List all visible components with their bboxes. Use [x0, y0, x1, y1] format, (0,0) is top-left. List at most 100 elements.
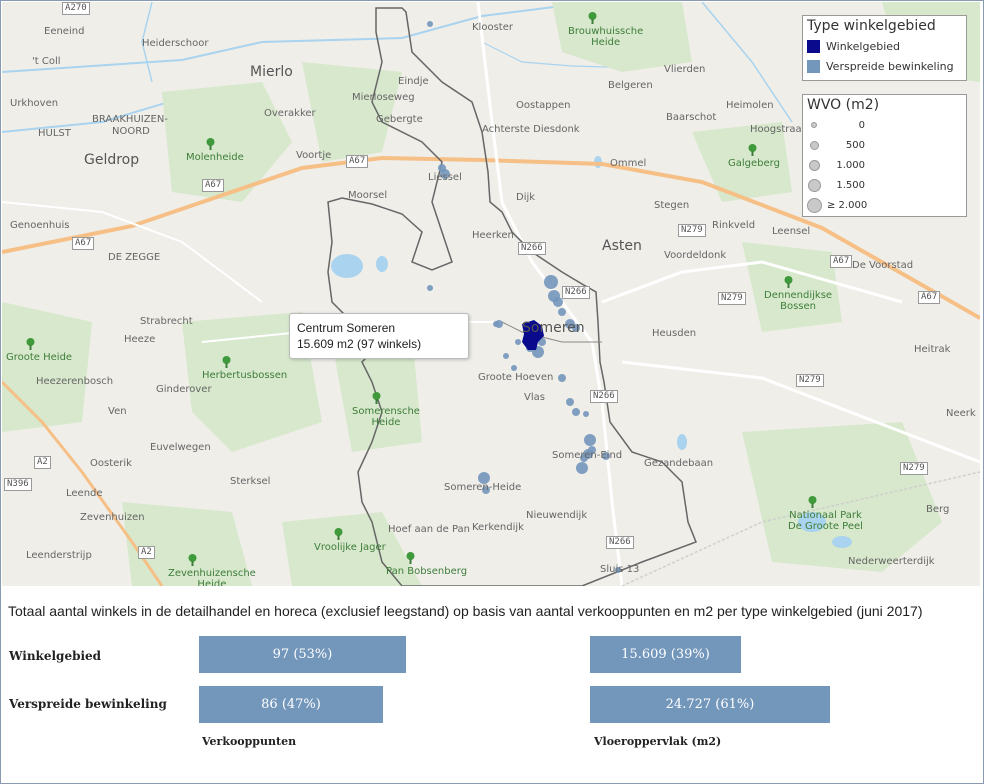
- shop-point-verspreide[interactable]: [515, 339, 521, 345]
- place-label: Heimolen: [726, 100, 774, 111]
- nature-area-label: Galgeberg: [728, 158, 780, 169]
- legend-size-row: 1.000: [803, 155, 966, 175]
- shop-point-verspreide[interactable]: [558, 308, 566, 316]
- row-label-winkelgebied: Winkelgebied: [9, 649, 102, 663]
- road-shield: A270: [62, 2, 90, 15]
- place-label: Hoef aan de Pan: [388, 524, 470, 535]
- shop-point-verspreide[interactable]: [511, 365, 517, 371]
- place-label: Leensel: [772, 226, 811, 237]
- legend-size-row: 1.500: [803, 175, 966, 195]
- legend-item-winkelgebied[interactable]: Winkelgebied: [803, 36, 966, 56]
- legend-size-title: WVO (m2): [807, 97, 880, 113]
- tree-icon: [748, 144, 757, 156]
- size-dot-icon: [808, 159, 820, 171]
- shop-point-verspreide[interactable]: [583, 411, 589, 417]
- nature-area-label: Zevenhuizensche Heide: [168, 568, 256, 586]
- place-label: Heerken: [472, 230, 514, 241]
- shop-point-verspreide[interactable]: [544, 275, 558, 289]
- summary-caption: Totaal aantal winkels in de detailhandel…: [8, 603, 923, 619]
- place-label: Belgeren: [608, 80, 653, 91]
- place-label: Dijk: [516, 192, 536, 203]
- place-label: Ven: [108, 406, 127, 417]
- tree-icon: [808, 496, 817, 508]
- place-label: NOORD: [112, 126, 150, 137]
- bar-vloeroppervlak-verspreide[interactable]: 24.727 (61%): [590, 686, 830, 723]
- road-shield: N266: [518, 242, 546, 255]
- place-label: Eindje: [398, 76, 429, 87]
- tree-icon: [406, 552, 415, 564]
- road-shield: A2: [138, 546, 155, 559]
- tree-icon: [188, 554, 197, 566]
- road-shield: N279: [796, 374, 824, 387]
- place-label: De Voorstad: [852, 260, 914, 271]
- place-label: Vlierden: [664, 64, 706, 75]
- road-shield: A67: [918, 291, 941, 304]
- legend-size-label: 1.000: [836, 159, 865, 171]
- legend-size-label: 1.500: [836, 179, 865, 191]
- shop-point-verspreide[interactable]: [438, 164, 446, 172]
- place-label: Kerkendijk: [472, 522, 524, 533]
- place-label: Leende: [66, 488, 103, 499]
- road-shield: N266: [606, 536, 634, 549]
- town-label: Geldrop: [84, 152, 140, 168]
- shop-point-verspreide[interactable]: [558, 374, 566, 382]
- place-label: Gebergte: [376, 114, 423, 125]
- road-shield: N396: [4, 478, 32, 491]
- tree-icon: [334, 528, 343, 540]
- place-label: DE ZEGGE: [108, 252, 161, 263]
- shop-point-verspreide[interactable]: [576, 462, 588, 474]
- bar-vloeroppervlak-winkelgebied[interactable]: 15.609 (39%): [590, 636, 741, 673]
- bar-verkooppunten-winkelgebied[interactable]: 97 (53%): [199, 636, 406, 673]
- row-label-verspreide: Verspreide bewinkeling: [9, 697, 167, 711]
- nature-area-label: Herbertusbossen: [202, 370, 288, 381]
- shop-point-verspreide[interactable]: [572, 408, 580, 416]
- legend-item-label: Verspreide bewinkeling: [826, 59, 954, 73]
- legend-swatch-verspreide: [807, 59, 820, 73]
- legend-size: WVO (m2) 0 500 1.000 1.500 ≥ 2.000: [802, 94, 967, 217]
- bar-verkooppunten-verspreide[interactable]: 86 (47%): [199, 686, 383, 723]
- place-label: Overakker: [264, 108, 316, 119]
- map-view[interactable]: Mierlo Geldrop Asten Someren Eeneind Heidersc…: [2, 2, 980, 586]
- tree-icon: [784, 276, 793, 288]
- place-label: Berg: [926, 504, 950, 515]
- shop-point-verspreide[interactable]: [427, 285, 433, 291]
- place-label: Nieuwendijk: [526, 510, 588, 521]
- legend-item-verspreide[interactable]: Verspreide bewinkeling: [803, 56, 966, 76]
- place-label: Groote Hoeven: [478, 372, 554, 383]
- nature-area-label: Somerensche Heide: [352, 406, 420, 428]
- place-label: Voordeldonk: [664, 250, 727, 261]
- shop-point-verspreide[interactable]: [427, 21, 433, 27]
- road-shield: N266: [590, 390, 618, 403]
- road-shield: A67: [346, 155, 369, 168]
- road-shield: N279: [900, 462, 928, 475]
- col-header-verkooppunten: Verkooppunten: [202, 735, 297, 748]
- road-shield: A67: [202, 179, 225, 192]
- legend-item-label: Winkelgebied: [826, 39, 901, 53]
- town-label: Asten: [602, 238, 642, 254]
- size-dot-icon: [807, 178, 821, 192]
- place-label: Euvelwegen: [150, 442, 211, 453]
- shop-point-verspreide[interactable]: [503, 353, 509, 359]
- place-label: Eeneind: [44, 26, 85, 37]
- legend-type-title: Type winkelgebied: [807, 18, 936, 34]
- legend-size-label: 0: [858, 119, 865, 131]
- place-label: Genoenhuis: [10, 220, 70, 231]
- shop-point-verspreide[interactable]: [584, 434, 596, 446]
- shop-point-verspreide[interactable]: [493, 321, 499, 327]
- nature-area-label: Pan Bobsenberg: [386, 566, 468, 577]
- place-label: Someren-Heide: [444, 482, 522, 493]
- legend-size-row: 0: [803, 115, 966, 135]
- road-shield: A2: [34, 456, 51, 469]
- nature-area-label: Nationaal Park De Groote Peel: [788, 510, 863, 532]
- place-label: Neerk: [946, 408, 976, 419]
- shop-point-verspreide[interactable]: [566, 398, 574, 406]
- place-label: Urkhoven: [10, 98, 59, 109]
- town-label: Someren: [522, 320, 585, 336]
- place-label: Strabrecht: [140, 316, 193, 327]
- tree-icon: [222, 356, 231, 368]
- place-label: Mierloseweg: [352, 92, 415, 103]
- legend-size-row: ≥ 2.000: [803, 195, 966, 215]
- road-shield: N279: [718, 292, 746, 305]
- nature-area-label: Brouwhuissche Heide: [568, 26, 644, 48]
- nature-area-label: Dennendijkse Bossen: [764, 290, 833, 312]
